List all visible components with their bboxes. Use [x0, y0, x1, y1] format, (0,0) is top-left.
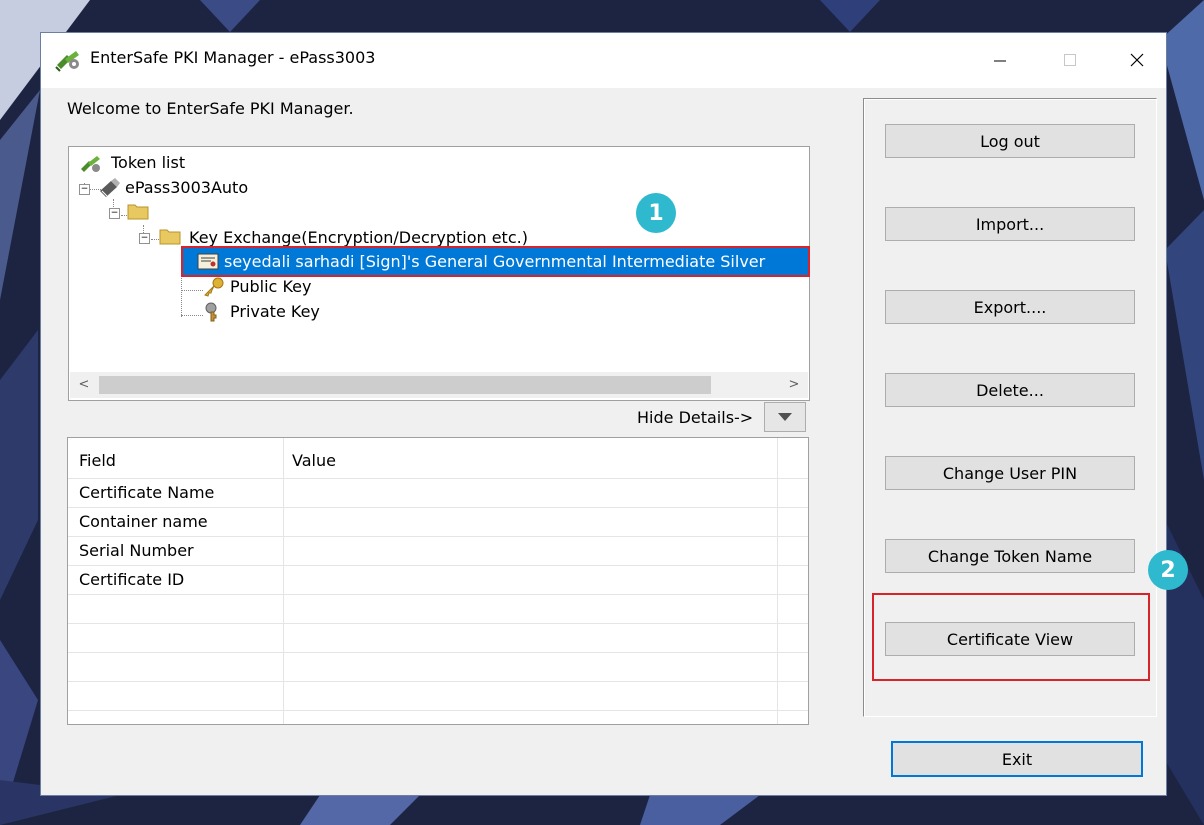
maximize-icon: [1064, 54, 1076, 66]
collapse-toggle[interactable]: −: [109, 208, 120, 219]
tree-root-label[interactable]: Token list: [111, 153, 185, 172]
tree-container-label[interactable]: Key Exchange(Encryption/Decryption etc.): [189, 228, 528, 247]
import-button[interactable]: Import...: [885, 207, 1135, 241]
welcome-text: Welcome to EnterSafe PKI Manager.: [67, 99, 354, 118]
highlight-box-certificate-view: [872, 593, 1150, 681]
details-table[interactable]: Field Value Certificate Name Container n…: [67, 437, 809, 725]
scroll-left-arrow[interactable]: <: [74, 376, 94, 394]
exit-button-label: Exit: [1001, 749, 1033, 769]
folder-icon: [159, 229, 181, 245]
row-divider: [68, 652, 808, 653]
table-row-field: Serial Number: [79, 541, 194, 560]
change-user-pin-button[interactable]: Change User PIN: [885, 456, 1135, 490]
change-token-name-button[interactable]: Change Token Name: [885, 539, 1135, 573]
collapse-toggle[interactable]: −: [139, 233, 150, 244]
maximize-button[interactable]: [1050, 43, 1090, 77]
step-badge-2: 2: [1148, 550, 1188, 590]
scroll-right-arrow[interactable]: >: [784, 376, 804, 394]
highlight-box-certificate: [181, 246, 810, 277]
exit-button[interactable]: Exit: [891, 741, 1143, 777]
hide-details-label: Hide Details->: [637, 408, 754, 427]
column-header-field: Field: [79, 451, 116, 470]
table-row-field: Certificate Name: [79, 483, 215, 502]
delete-button-label: Delete...: [976, 380, 1044, 400]
title-bar: EnterSafe PKI Manager - ePass3003: [41, 33, 1166, 88]
hide-details-button[interactable]: [764, 402, 806, 432]
table-row-field: Certificate ID: [79, 570, 185, 589]
step-badge-1: 1: [636, 193, 676, 233]
logout-button[interactable]: Log out: [885, 124, 1135, 158]
close-button[interactable]: [1117, 43, 1157, 77]
row-divider: [68, 594, 808, 595]
tree-horizontal-scrollbar[interactable]: < >: [70, 372, 808, 398]
column-header-value: Value: [292, 451, 336, 470]
logout-button-label: Log out: [980, 131, 1040, 151]
row-divider: [68, 536, 808, 537]
public-key-icon: [204, 277, 224, 297]
triangle-down-icon: [778, 413, 792, 421]
minimize-button[interactable]: [980, 43, 1020, 77]
export-button[interactable]: Export....: [885, 290, 1135, 324]
change-user-pin-button-label: Change User PIN: [942, 463, 1078, 483]
row-divider: [68, 565, 808, 566]
scroll-thumb[interactable]: [99, 376, 711, 394]
tree-private-key-label[interactable]: Private Key: [230, 302, 320, 321]
tree-guide: [181, 315, 203, 316]
tree-guide: [181, 290, 203, 291]
tree-token-label[interactable]: ePass3003Auto: [125, 178, 248, 197]
delete-button[interactable]: Delete...: [885, 373, 1135, 407]
private-key-icon: [205, 302, 217, 322]
row-divider: [68, 507, 808, 508]
row-divider: [68, 623, 808, 624]
row-divider: [68, 710, 808, 711]
change-token-name-button-label: Change Token Name: [927, 546, 1093, 566]
export-button-label: Export....: [973, 297, 1047, 317]
close-icon: [1130, 53, 1144, 67]
token-list-icon: [81, 156, 100, 172]
folder-icon: [127, 204, 149, 220]
row-divider: [68, 681, 808, 682]
minimize-icon: [994, 60, 1006, 62]
import-button-label: Import...: [975, 214, 1045, 234]
collapse-toggle[interactable]: −: [79, 184, 90, 195]
usb-token-icon: [100, 178, 120, 197]
app-key-icon: [55, 51, 79, 72]
tree-public-key-label[interactable]: Public Key: [230, 277, 311, 296]
row-divider: [68, 478, 808, 479]
window-title: EnterSafe PKI Manager - ePass3003: [90, 48, 376, 67]
table-row-field: Container name: [79, 512, 208, 531]
